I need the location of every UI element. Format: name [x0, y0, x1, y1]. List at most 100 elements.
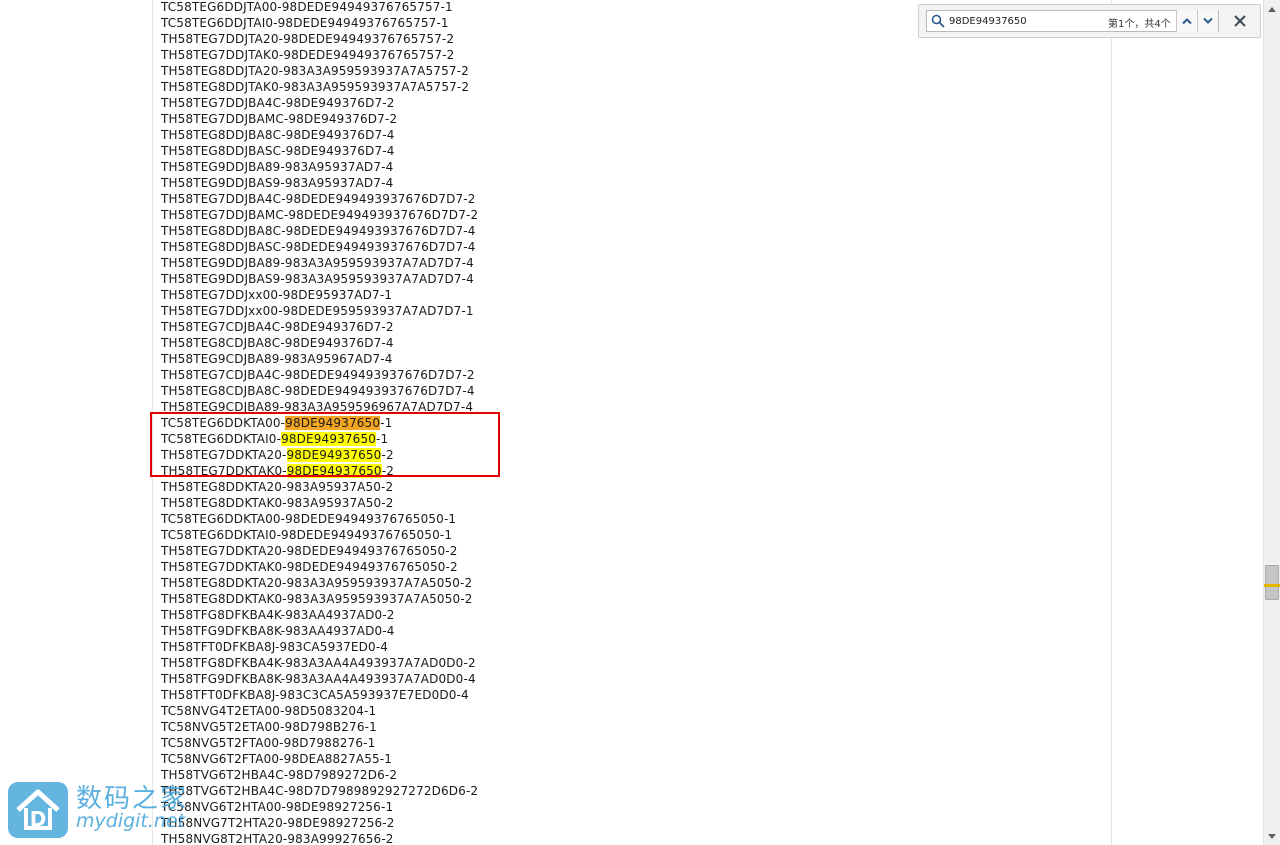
chevron-down-icon [1203, 17, 1213, 24]
scroll-thumb[interactable] [1265, 565, 1279, 600]
vertical-scrollbar[interactable] [1263, 0, 1280, 845]
line-text: TC58TEG6DDJTA00-98DEDE94949376765757-1 [161, 0, 453, 14]
line-text: TC58TEG6DDKTA00-98DEDE94949376765050-1 [161, 512, 457, 526]
chevron-up-icon [1182, 18, 1192, 25]
find-input[interactable] [949, 12, 1099, 30]
line-text: TC58TEG6DDKTAI0- [161, 432, 282, 446]
text-line: TH58TFG8DFKBA4K-983A3AA4A493937A7AD0D0-2 [161, 655, 681, 671]
text-line: TH58TEG8CDJBA8C-98DEDE949493937676D7D7-4 [161, 383, 681, 399]
scroll-down-button[interactable] [1264, 828, 1280, 845]
line-text: TH58TEG7DDJxx00-98DEDE959593937A7AD7D7-1 [161, 304, 474, 318]
triangle-up-icon [1268, 6, 1276, 12]
line-text: TH58TEG7DDKTAK0- [161, 464, 287, 478]
line-text: TH58TEG8DDJTAK0-983A3A959593937A7A5757-2 [161, 80, 470, 94]
find-close-button[interactable] [1231, 12, 1249, 30]
line-text-suffix: -2 [381, 464, 394, 478]
text-line: TC58NVG6T2FTA00-98DEA8827A55-1 [161, 751, 681, 767]
line-text: TH58TEG7CDJBA4C-98DEDE949493937676D7D7-2 [161, 368, 475, 382]
line-text: TH58TEG7DDKTAK0-98DEDE94949376765050-2 [161, 560, 458, 574]
text-line: TH58TEG9DDJBA89-983A3A959593937A7AD7D7-4 [161, 255, 681, 271]
line-text: TH58TEG7DDJBA4C-98DEDE949493937676D7D7-2 [161, 192, 476, 206]
line-text: TC58NVG5T2FTA00-98D7988276-1 [161, 736, 376, 750]
line-text: TC58NVG6T2FTA00-98DEA8827A55-1 [161, 752, 393, 766]
line-text: TH58NVG7T2HTA20-98DE98927256-2 [161, 816, 395, 830]
text-line: TH58TEG8DDKTAK0-983A95937A50-2 [161, 495, 681, 511]
line-text: TH58TEG9DDJBA89-983A3A959593937A7AD7D7-4 [161, 256, 474, 270]
line-text: TH58TFG8DFKBA4K-983A3AA4A493937A7AD0D0-2 [161, 656, 476, 670]
line-text: TH58TEG7CDJBA4C-98DE949376D7-2 [161, 320, 394, 334]
text-line: TH58TVG6T2HBA4C-98D7D7989892927272D6D6-2 [161, 783, 681, 799]
text-line: TH58TEG9CDJBA89-983A3A959596967A7AD7D7-4 [161, 399, 681, 415]
text-line: TC58NVG5T2ETA00-98D798B276-1 [161, 719, 681, 735]
scroll-up-button[interactable] [1264, 0, 1280, 17]
text-line: TH58TEG7DDJxx00-98DEDE959593937A7AD7D7-1 [161, 303, 681, 319]
text-line: TH58TEG8DDJTAK0-983A3A959593937A7A5757-2 [161, 79, 681, 95]
line-text: TH58TVG6T2HBA4C-98D7D7989892927272D6D6-2 [161, 784, 479, 798]
text-line: TH58NVG8T2HTA20-983A99927656-2 [161, 831, 681, 845]
line-text: TH58TEG9DDJBA89-983A95937AD7-4 [161, 160, 394, 174]
text-line: TH58TEG9DDJBAS9-983A3A959593937A7AD7D7-4 [161, 271, 681, 287]
text-line: TH58TFG8DFKBA4K-983AA4937AD0-2 [161, 607, 681, 623]
document-content: TC58TEG6DDJTA00-98DEDE94949376765757-1 TC… [0, 0, 1263, 845]
text-line: TH58TFG9DFKBA8K-983A3AA4A493937A7AD0D0-4 [161, 671, 681, 687]
line-text: TH58TFG9DFKBA8K-983AA4937AD0-4 [161, 624, 395, 638]
line-text: TH58TFG8DFKBA4K-983AA4937AD0-2 [161, 608, 395, 622]
text-line: TH58TEG8DDKTA20-983A3A959593937A7A5050-2 [161, 575, 681, 591]
search-icon [931, 14, 945, 28]
find-input-container[interactable]: 第1个，共4个 [926, 10, 1219, 32]
line-text: TH58TEG8DDKTA20-983A3A959593937A7A5050-2 [161, 576, 473, 590]
line-text: TH58TEG8DDJBA8C-98DE949376D7-4 [161, 128, 395, 142]
text-line: TH58TEG7DDJBAMC-98DE949376D7-2 [161, 111, 681, 127]
text-line: TC58TEG6DDKTA00-98DEDE94949376765050-1 [161, 511, 681, 527]
text-line: TH58TEG7DDKTA20-98DEDE94949376765050-2 [161, 543, 681, 559]
line-text: TH58TEG7DDJxx00-98DE95937AD7-1 [161, 288, 393, 302]
text-line: TC58TEG6DDKTA00-98DE94937650-1 [161, 415, 681, 431]
line-text: TH58NVG8T2HTA20-983A99927656-2 [161, 832, 394, 845]
text-line: TH58TEG8DDJTA20-983A3A959593937A7A5757-2 [161, 63, 681, 79]
line-text: TH58TVG6T2HBA4C-98D7989272D6-2 [161, 768, 398, 782]
text-line: TC58TEG6DDJTA00-98DEDE94949376765757-1 [161, 0, 681, 15]
search-match-current: 98DE94937650 [285, 416, 381, 430]
find-prev-button[interactable] [1176, 10, 1197, 32]
text-line: TC58TEG6DDJTAI0-98DEDE94949376765757-1 [161, 15, 681, 31]
find-bar: 第1个，共4个 [918, 4, 1261, 38]
text-line: TH58TEG8DDKTAK0-983A3A959593937A7A5050-2 [161, 591, 681, 607]
text-line: TH58TEG9DDJBA89-983A95937AD7-4 [161, 159, 681, 175]
close-icon [1234, 15, 1246, 27]
find-match-count: 第1个，共4个 [1108, 19, 1171, 30]
text-line: TH58NVG7T2HTA20-98DE98927256-2 [161, 815, 681, 831]
text-line: TC58NVG4T2ETA00-98D5083204-1 [161, 703, 681, 719]
text-line: TH58TEG7DDKTAK0-98DEDE94949376765050-2 [161, 559, 681, 575]
find-next-button[interactable] [1197, 10, 1218, 32]
search-match: 98DE94937650 [286, 464, 382, 478]
text-line: TH58TEG8DDJBASC-98DE949376D7-4 [161, 143, 681, 159]
text-line: TH58TEG7DDJTAK0-98DEDE94949376765757-2 [161, 47, 681, 63]
text-line: TH58TEG8DDKTA20-983A95937A50-2 [161, 479, 681, 495]
line-text-suffix: -1 [376, 432, 389, 446]
text-line: TC58NVG6T2HTA00-98DE98927256-1 [161, 799, 681, 815]
line-text: TH58TEG8DDKTA20-983A95937A50-2 [161, 480, 394, 494]
text-line: TH58TEG7DDJTA20-98DEDE94949376765757-2 [161, 31, 681, 47]
line-text: TH58TEG7DDJTA20-98DEDE94949376765757-2 [161, 32, 455, 46]
line-text: TH58TEG8DDJBASC-98DE949376D7-4 [161, 144, 395, 158]
line-text: TH58TEG9CDJBA89-983A3A959596967A7AD7D7-4 [161, 400, 474, 414]
line-text-suffix: -2 [381, 448, 394, 462]
search-match: 98DE94937650 [286, 448, 382, 462]
line-text: TH58TEG8CDJBA8C-98DEDE949493937676D7D7-4 [161, 384, 475, 398]
text-line: TH58TEG7CDJBA4C-98DE949376D7-2 [161, 319, 681, 335]
text-line: TH58TEG8DDJBA8C-98DEDE949493937676D7D7-4 [161, 223, 681, 239]
text-line: TH58TEG7CDJBA4C-98DEDE949493937676D7D7-2 [161, 367, 681, 383]
line-text: TH58TEG9DDJBAS9-983A3A959593937A7AD7D7-4 [161, 272, 474, 286]
text-lines: TC58TEG6DDJTA00-98DEDE94949376765757-1 TC… [161, 0, 681, 845]
search-match: 98DE94937650 [281, 432, 377, 446]
text-line: TH58TEG7DDKTAK0-98DE94937650-2 [161, 463, 681, 479]
text-line: TH58TFT0DFKBA8J-983C3CA5A593937E7ED0D0-4 [161, 687, 681, 703]
line-text-suffix: -1 [380, 416, 393, 430]
text-line: TH58TEG7DDJBA4C-98DE949376D7-2 [161, 95, 681, 111]
text-line: TH58TFT0DFKBA8J-983CA5937ED0-4 [161, 639, 681, 655]
line-text: TH58TEG7DDJBA4C-98DE949376D7-2 [161, 96, 395, 110]
line-text: TH58TFT0DFKBA8J-983C3CA5A593937E7ED0D0-4 [161, 688, 469, 702]
line-text: TC58TEG6DDKTA00- [161, 416, 286, 430]
line-text: TC58NVG5T2ETA00-98D798B276-1 [161, 720, 377, 734]
text-line: TH58TEG7DDJxx00-98DE95937AD7-1 [161, 287, 681, 303]
